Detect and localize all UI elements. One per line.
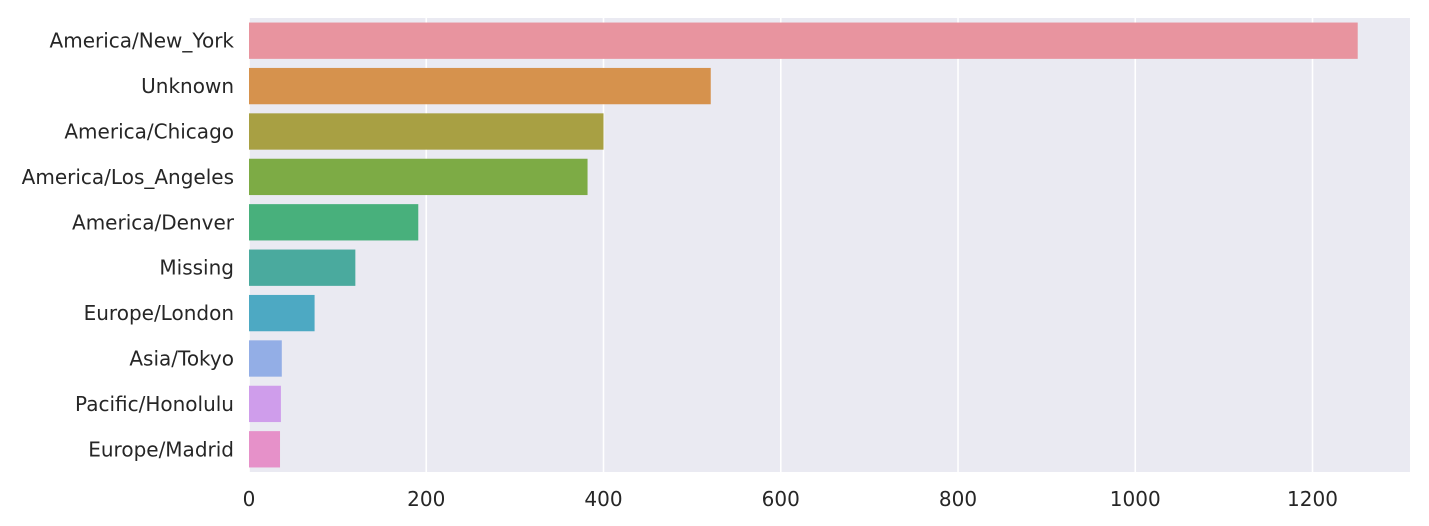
bar-europe-madrid <box>249 431 281 468</box>
bar-america-chicago <box>249 113 604 150</box>
y-tick-label: America/Chicago <box>64 120 234 144</box>
x-tick-label: 800 <box>939 487 977 511</box>
x-axis-tick-labels: 0 200 400 600 800 1000 1200 <box>243 487 1338 511</box>
y-axis-tick-labels: America/New_York Unknown America/Chicago Am… <box>22 29 235 462</box>
bar-asia-tokyo <box>249 340 282 377</box>
y-tick-label: Pacific/Honolulu <box>75 392 234 416</box>
y-tick-label: America/New_York <box>50 29 235 53</box>
bar-america-los-angeles <box>249 158 588 196</box>
bar-missing <box>249 249 356 286</box>
x-tick-label: 200 <box>407 487 445 511</box>
bar-america-new-york <box>249 22 1358 59</box>
x-tick-label: 1000 <box>1110 487 1161 511</box>
y-tick-label: America/Denver <box>72 210 235 234</box>
y-tick-label: Europe/Madrid <box>88 437 234 461</box>
bar-europe-london <box>249 294 315 332</box>
bar-pacific-honolulu <box>249 385 281 423</box>
y-tick-label: Unknown <box>141 74 234 98</box>
y-tick-label: America/Los_Angeles <box>22 165 234 189</box>
y-tick-label: Europe/London <box>84 301 234 325</box>
bar-america-denver <box>249 204 419 241</box>
x-tick-label: 600 <box>762 487 800 511</box>
y-tick-label: Asia/Tokyo <box>129 347 234 371</box>
x-tick-label: 0 <box>243 487 256 511</box>
x-tick-label: 400 <box>584 487 622 511</box>
bar-unknown <box>249 67 711 105</box>
x-tick-label: 1200 <box>1287 487 1338 511</box>
y-tick-label: Missing <box>159 256 234 280</box>
bar-chart: America/New_York Unknown America/Chicago Am… <box>22 18 1410 511</box>
